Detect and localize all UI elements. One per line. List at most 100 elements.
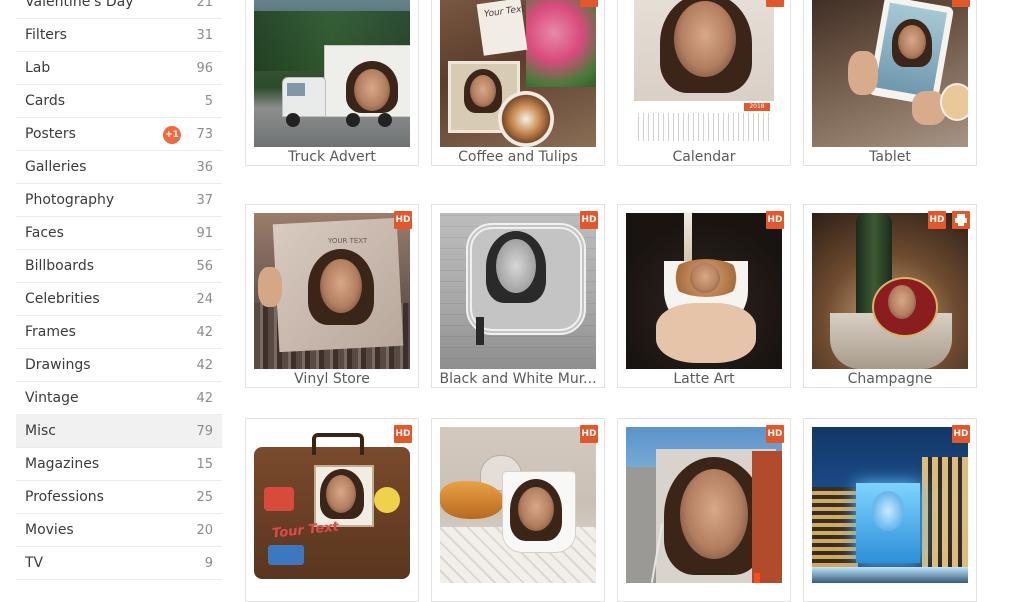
effect-thumbnail [440, 213, 596, 369]
effect-thumbnail: YOUR TEXT [254, 213, 410, 369]
category-galleries[interactable]: Galleries 36 [16, 151, 222, 184]
effect-thumbnail [812, 427, 968, 583]
category-count: 56 [196, 258, 213, 274]
category-count: 79 [196, 423, 213, 439]
category-frames[interactable]: Frames 42 [16, 316, 222, 349]
category-count: 42 [196, 324, 213, 340]
effect-thumbnail [440, 427, 596, 583]
printer-icon [952, 211, 970, 229]
hd-badge: HD [766, 211, 784, 229]
category-lab[interactable]: Lab 96 [16, 52, 222, 85]
category-count: 96 [196, 60, 213, 76]
effect-card-coffee-and-tulips[interactable]: Your Text HD Coffee and Tulips [431, 0, 605, 166]
effect-title: Latte Art [673, 371, 735, 387]
effect-card-latte-art[interactable]: HD Latte Art [617, 204, 791, 388]
category-celebrities[interactable]: Celebrities 24 [16, 283, 222, 316]
effect-thumbnail: Tour Text [254, 427, 410, 583]
hd-badge: HD [580, 211, 598, 229]
effect-thumbnail: Your Text [440, 0, 596, 147]
category-label: Billboards [25, 258, 94, 274]
effect-thumbnail [626, 213, 782, 369]
category-professions[interactable]: Professions 25 [16, 481, 222, 514]
category-count: 31 [196, 27, 213, 43]
effect-card-suitcase[interactable]: Tour Text HD [245, 418, 419, 602]
hd-badge: HD [952, 0, 970, 7]
effect-title: Black and White Mur... [439, 371, 597, 387]
category-photography[interactable]: Photography 37 [16, 184, 222, 217]
effect-thumbnail [812, 0, 968, 147]
category-count: 25 [196, 489, 213, 505]
category-label: Valentine's Day [25, 0, 134, 10]
category-label: Professions [25, 489, 104, 505]
category-label: Frames [25, 324, 76, 340]
category-sidebar: Valentine's Day 21 Filters 31 Lab 96 Cards 5… [16, 0, 222, 580]
effect-card-wall-painter[interactable]: HD [617, 418, 791, 602]
effect-card-tablet[interactable]: HD Tablet [803, 0, 977, 166]
effect-thumbnail [254, 0, 410, 147]
effect-card-champagne[interactable]: HD Champagne [803, 204, 977, 388]
new-items-badge: +1 [163, 126, 181, 144]
effect-card-truck-advert[interactable]: Truck Advert [245, 0, 419, 166]
effect-title: Calendar [672, 149, 736, 165]
category-count: 20 [196, 522, 213, 538]
category-count: 15 [196, 456, 213, 472]
hd-badge: HD [766, 0, 784, 7]
category-label: Cards [25, 93, 66, 109]
effect-card-black-and-white-mural[interactable]: HD Black and White Mur... [431, 204, 605, 388]
category-vintage[interactable]: Vintage 42 [16, 382, 222, 415]
category-count: 21 [196, 0, 213, 10]
category-faces[interactable]: Faces 91 [16, 217, 222, 250]
category-label: Photography [25, 192, 115, 208]
hd-badge: HD [394, 211, 412, 229]
hd-badge: HD [766, 425, 784, 443]
category-label: Vintage [25, 390, 79, 406]
effect-card-breakfast-mug[interactable]: HD [431, 418, 605, 602]
hd-badge: HD [928, 211, 946, 229]
category-label: Galleries [25, 159, 87, 175]
effect-thumbnail [812, 213, 968, 369]
category-label: Lab [25, 60, 51, 76]
category-filters[interactable]: Filters 31 [16, 19, 222, 52]
your-text-caption: YOUR TEXT [328, 237, 368, 245]
category-count: 91 [196, 225, 213, 241]
category-magazines[interactable]: Magazines 15 [16, 448, 222, 481]
category-label: Celebrities [25, 291, 100, 307]
hd-badge: HD [580, 0, 598, 7]
category-label: Magazines [25, 456, 100, 472]
category-count: 36 [196, 159, 213, 175]
category-count: 42 [196, 390, 213, 406]
category-valentines-day[interactable]: Valentine's Day 21 [16, 0, 222, 19]
effect-thumbnail [626, 427, 782, 583]
category-cards[interactable]: Cards 5 [16, 85, 222, 118]
category-misc[interactable]: Misc 79 [16, 415, 222, 448]
category-count: 9 [204, 555, 213, 571]
category-billboards[interactable]: Billboards 56 [16, 250, 222, 283]
effect-title: Tablet [869, 149, 911, 165]
category-count: 24 [196, 291, 213, 307]
category-movies[interactable]: Movies 20 [16, 514, 222, 547]
effect-title: Champagne [847, 371, 933, 387]
category-count: 5 [204, 93, 213, 109]
category-label: Drawings [25, 357, 91, 373]
hd-badge: HD [394, 425, 412, 443]
category-drawings[interactable]: Drawings 42 [16, 349, 222, 382]
category-count: 42 [196, 357, 213, 373]
category-tv[interactable]: TV 9 [16, 547, 222, 580]
effect-thumbnail: 2018 [626, 0, 782, 147]
category-label: Faces [25, 225, 64, 241]
hd-badge: HD [952, 425, 970, 443]
category-label: Movies [25, 522, 74, 538]
effect-card-calendar[interactable]: 2018 HD Calendar [617, 0, 791, 166]
effect-title: Coffee and Tulips [458, 149, 578, 165]
effect-title: Vinyl Store [294, 371, 370, 387]
category-count: 37 [196, 192, 213, 208]
category-posters[interactable]: Posters +1 73 [16, 118, 222, 151]
category-label: TV [25, 555, 44, 571]
effect-card-night-projection[interactable]: HD [803, 418, 977, 602]
category-label: Posters [25, 126, 76, 142]
hd-badge: HD [580, 425, 598, 443]
effect-card-vinyl-store[interactable]: YOUR TEXT HD Vinyl Store [245, 204, 419, 388]
category-count: 73 [196, 126, 213, 142]
category-label: Misc [25, 423, 56, 439]
calendar-year: 2018 [744, 103, 770, 111]
